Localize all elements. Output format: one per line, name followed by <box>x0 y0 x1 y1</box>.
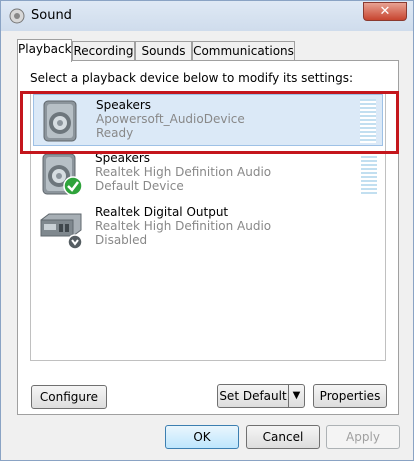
title-bar[interactable]: Sound ✕ <box>1 1 413 31</box>
device-status: Default Device <box>95 179 184 193</box>
tab-recording[interactable]: Recording <box>72 41 135 61</box>
device-item-realtek-digital-output[interactable]: Realtek Digital Output Realtek High Defi… <box>33 202 383 254</box>
device-driver: Realtek High Definition Audio <box>95 219 272 233</box>
window-title: Sound <box>31 8 72 23</box>
cancel-button[interactable]: Cancel <box>246 425 320 449</box>
dropdown-arrow-icon[interactable]: ▼ <box>288 385 304 407</box>
device-name: Speakers <box>96 98 152 112</box>
device-status: Disabled <box>95 233 148 247</box>
properties-button[interactable]: Properties <box>313 384 387 408</box>
tab-playback[interactable]: Playback <box>17 39 72 62</box>
instruction-text: Select a playback device below to modify… <box>30 71 354 85</box>
configure-button[interactable]: Configure <box>31 385 107 409</box>
sound-dialog: Sound ✕ Playback Recording Sounds Commun… <box>0 0 414 461</box>
speaker-default-icon <box>42 153 83 196</box>
device-item-apowersoft-speakers[interactable]: Speakers Apowersoft_AudioDevice Ready <box>33 94 383 146</box>
close-button[interactable]: ✕ <box>363 2 407 21</box>
device-item-realtek-speakers[interactable]: Speakers Realtek High Definition Audio D… <box>33 148 383 200</box>
speaker-icon <box>43 100 77 142</box>
tab-communications[interactable]: Communications <box>192 41 295 61</box>
tab-sounds[interactable]: Sounds <box>135 41 192 61</box>
volume-meter <box>361 152 377 196</box>
apply-button: Apply <box>326 425 400 449</box>
digital-output-icon <box>40 213 83 250</box>
playback-panel: Select a playback device below to modify… <box>17 60 399 415</box>
sound-app-icon <box>9 8 25 24</box>
ok-button[interactable]: OK <box>165 425 239 449</box>
device-driver: Apowersoft_AudioDevice <box>96 112 245 126</box>
device-name: Realtek Digital Output <box>95 205 229 219</box>
set-default-label: Set Default <box>219 389 287 403</box>
device-status: Ready <box>96 126 134 140</box>
playback-device-list[interactable]: Speakers Apowersoft_AudioDevice Ready Sp… <box>30 91 386 361</box>
volume-meter <box>360 99 376 143</box>
set-default-split-button[interactable]: Set Default ▼ <box>217 384 305 408</box>
device-name: Speakers <box>95 151 151 165</box>
device-driver: Realtek High Definition Audio <box>95 165 272 179</box>
